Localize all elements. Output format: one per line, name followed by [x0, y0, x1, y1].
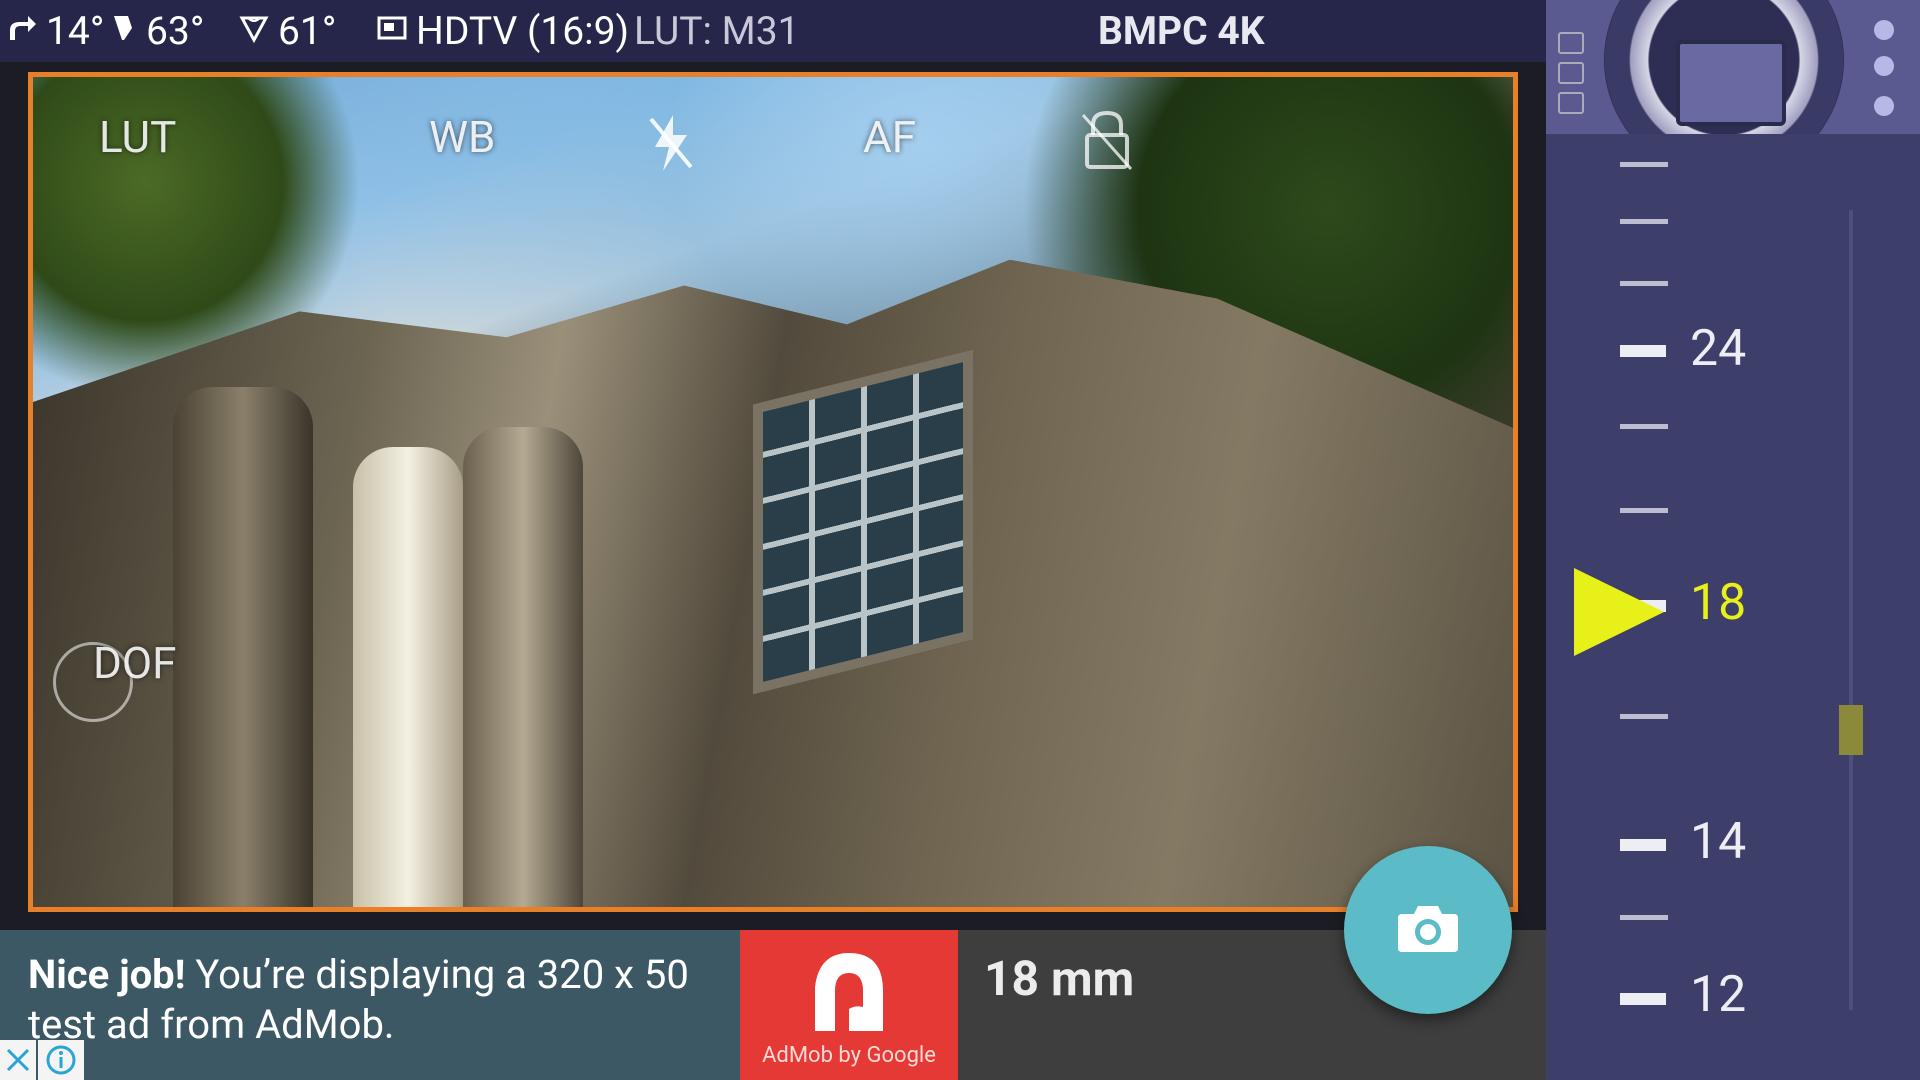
admob-logo-tile[interactable]: AdMob by Google	[740, 930, 958, 1080]
scale-tick-minor	[1620, 281, 1668, 286]
scene-window	[753, 349, 973, 695]
phone-pitch-icon	[106, 8, 138, 54]
ad-close-icon[interactable]	[0, 1040, 36, 1080]
pitch-readout: 63°	[106, 0, 204, 62]
af-button[interactable]: AF	[863, 111, 916, 163]
status-bar: 14° 63° 61° HDTV (16:9) LUT: M31 BMPC 4K	[0, 0, 1546, 62]
tilt-icon	[6, 8, 38, 54]
lut-value: LUT: M31	[634, 8, 800, 54]
scale-tick-minor	[1620, 915, 1668, 920]
focal-length-value: 18 mm	[984, 950, 1135, 1007]
scale-tick-minor	[1620, 424, 1668, 429]
scale-label-12[interactable]: 12	[1690, 966, 1746, 1024]
scale-tick-major	[1620, 839, 1666, 851]
tilt-value: 14°	[46, 8, 105, 54]
scale-label-14[interactable]: 14	[1690, 813, 1746, 871]
scene-column	[463, 427, 583, 907]
scale-label-18[interactable]: 18	[1690, 574, 1746, 632]
admob-logo-icon	[805, 947, 893, 1035]
camera-dial-icon	[1874, 56, 1894, 76]
fov-value: 61°	[278, 8, 337, 54]
format-readout[interactable]: HDTV (16:9)	[376, 0, 629, 62]
ad-banner[interactable]: Nice job! You’re displaying a 320 x 50 t…	[0, 930, 740, 1080]
lut-button[interactable]: LUT	[99, 111, 176, 163]
camera-dial-icon	[1874, 20, 1894, 40]
scroll-handle[interactable]	[1839, 705, 1863, 755]
viewfinder-preview[interactable]: LUT WB AF DOF	[28, 72, 1518, 912]
camera-model[interactable]: BMPC 4K	[1098, 0, 1265, 62]
scroll-track[interactable]	[1849, 210, 1853, 1010]
camera-button-icon	[1558, 62, 1584, 84]
fov-readout: 61°	[238, 0, 336, 62]
scale-tick-minor	[1620, 508, 1668, 513]
aspect-ratio-icon	[376, 8, 408, 54]
scale-label-24[interactable]: 24	[1690, 320, 1746, 378]
scale-tick-minor	[1620, 162, 1668, 167]
camera-dial-icon	[1874, 96, 1894, 116]
format-value: HDTV (16:9)	[416, 8, 630, 54]
sensor-icon	[1676, 40, 1786, 126]
scene-column	[353, 447, 463, 907]
scale-tick-minor	[1620, 714, 1668, 719]
ad-info-icon[interactable]	[38, 1040, 84, 1080]
scale-tick-major	[1620, 345, 1666, 357]
dof-button[interactable]: DOF	[93, 637, 176, 689]
camera-icon	[1396, 902, 1460, 958]
scale-tick-minor	[1620, 219, 1668, 224]
pitch-value: 63°	[146, 8, 205, 54]
fov-icon	[238, 8, 270, 54]
camera-model-label: BMPC 4K	[1098, 8, 1265, 54]
focal-pointer-icon[interactable]	[1574, 568, 1668, 660]
ad-message: Nice job! You’re displaying a 320 x 50 t…	[28, 950, 728, 1050]
wb-button[interactable]: WB	[429, 111, 495, 163]
focal-selector-panel[interactable]	[1546, 0, 1920, 1080]
admob-caption: AdMob by Google	[762, 1043, 936, 1068]
scene-column	[173, 387, 313, 907]
camera-body-thumbnail[interactable]	[1546, 0, 1920, 134]
tilt-readout: 14°	[6, 0, 104, 62]
capture-button[interactable]	[1344, 846, 1512, 1014]
camera-button-icon	[1558, 32, 1584, 54]
camera-button-icon	[1558, 92, 1584, 114]
lock-icon[interactable]	[1079, 107, 1135, 177]
scale-tick-major	[1620, 993, 1666, 1005]
flash-off-icon[interactable]	[645, 113, 697, 177]
lut-readout[interactable]: LUT: M31	[634, 0, 800, 62]
ad-headline: Nice job!	[28, 951, 186, 998]
